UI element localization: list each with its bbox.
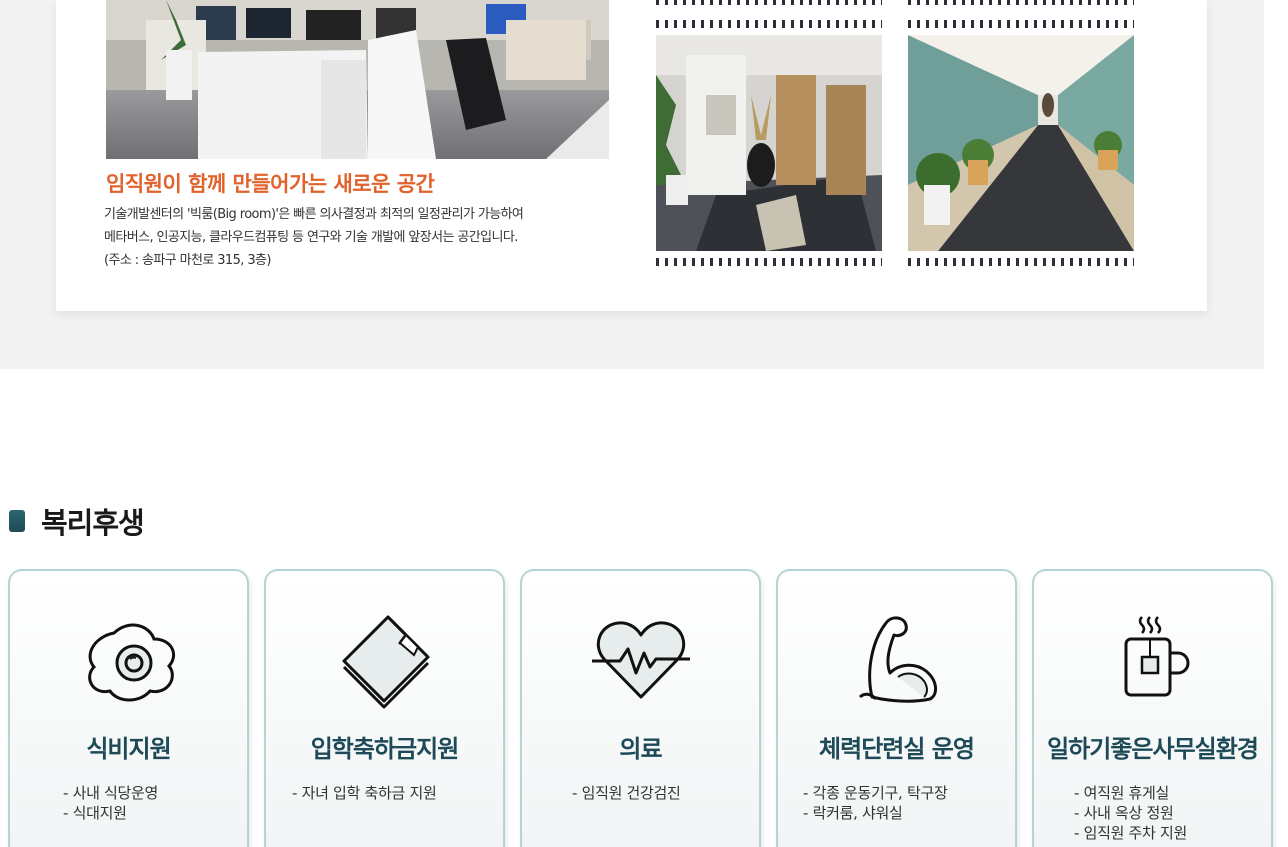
- space-desc-line: (주소 : 송파구 마천로 315, 3층): [104, 253, 271, 268]
- benefit-title: 의료: [619, 735, 662, 763]
- benefit-card-medical: 의료 - 임직원 건강검진: [520, 569, 761, 847]
- benefit-title: 체력단련실 운영: [819, 735, 975, 763]
- heartbeat-icon: [586, 611, 696, 711]
- film-strip: [908, 20, 1134, 28]
- film-strip-top-edge: [656, 0, 882, 5]
- benefits-heading-text: 복리후생: [41, 506, 145, 540]
- benefit-item: - 임직원 건강검진: [572, 784, 681, 802]
- office-main-photo: [106, 0, 609, 159]
- benefit-title: 식비지원: [86, 735, 171, 763]
- entrance-photo: [656, 35, 882, 251]
- heading-bullet-icon: [9, 510, 25, 532]
- film-photo-corridor: [908, 20, 1134, 266]
- benefit-list: - 자녀 입학 축하금 지원: [292, 783, 437, 803]
- book-icon: [330, 611, 440, 711]
- space-description: 기술개발센터의 '빅룸(Big room)'은 빠른 의사결정과 최적의 일정관…: [104, 203, 624, 272]
- film-strip-top-edge: [908, 0, 1134, 5]
- corridor-photo: [908, 35, 1134, 251]
- benefit-title: 일하기좋은사무실환경: [1047, 735, 1259, 763]
- benefit-title: 입학축하금지원: [310, 735, 460, 763]
- fried-egg-icon: [74, 611, 184, 711]
- benefit-item: - 각종 운동기구, 탁구장: [803, 784, 948, 802]
- benefit-item: - 사내 식당운영: [63, 784, 159, 802]
- benefit-card-gym: 체력단련실 운영 - 각종 운동기구, 탁구장 - 락커룸, 샤워실: [776, 569, 1017, 847]
- benefit-card-school: 입학축하금지원 - 자녀 입학 축하금 지원: [264, 569, 505, 847]
- benefit-item: - 임직원 주차 지원: [1074, 824, 1188, 842]
- benefit-item: - 자녀 입학 축하금 지원: [292, 784, 437, 802]
- benefit-list: - 여직원 휴게실 - 사내 옥상 정원 - 임직원 주차 지원: [1074, 783, 1187, 843]
- space-desc-line: 기술개발센터의 '빅룸(Big room)'은 빠른 의사결정과 최적의 일정관…: [104, 207, 524, 222]
- flexed-arm-icon: [842, 611, 952, 711]
- benefits-section-heading: 복리후생: [9, 500, 145, 542]
- benefit-item: - 식대지원: [63, 804, 127, 822]
- film-strip: [908, 258, 1134, 266]
- space-desc-line: 메타버스, 인공지능, 클라우드컴퓨팅 등 연구와 기술 개발에 앞장서는 공간…: [104, 230, 518, 245]
- benefit-item: - 사내 옥상 정원: [1074, 804, 1174, 822]
- film-photo-top: [908, 0, 1134, 5]
- benefit-list: - 임직원 건강검진: [572, 783, 681, 803]
- benefit-item: - 여직원 휴게실: [1074, 784, 1170, 802]
- benefit-list: - 각종 운동기구, 탁구장 - 락커룸, 샤워실: [803, 783, 948, 823]
- film-photo-lobby: [656, 0, 882, 5]
- benefit-list: - 사내 식당운영 - 식대지원: [63, 783, 158, 823]
- film-photo-entrance: [656, 20, 882, 266]
- film-strip: [656, 20, 882, 28]
- film-strip: [656, 258, 882, 266]
- tea-cup-icon: [1098, 611, 1208, 711]
- benefit-card-office: 일하기좋은사무실환경 - 여직원 휴게실 - 사내 옥상 정원 - 임직원 주차…: [1032, 569, 1273, 847]
- space-title: 임직원이 함께 만들어가는 새로운 공간: [106, 172, 435, 196]
- benefit-card-meal: 식비지원 - 사내 식당운영 - 식대지원: [8, 569, 249, 847]
- benefit-item: - 락커룸, 샤워실: [803, 804, 903, 822]
